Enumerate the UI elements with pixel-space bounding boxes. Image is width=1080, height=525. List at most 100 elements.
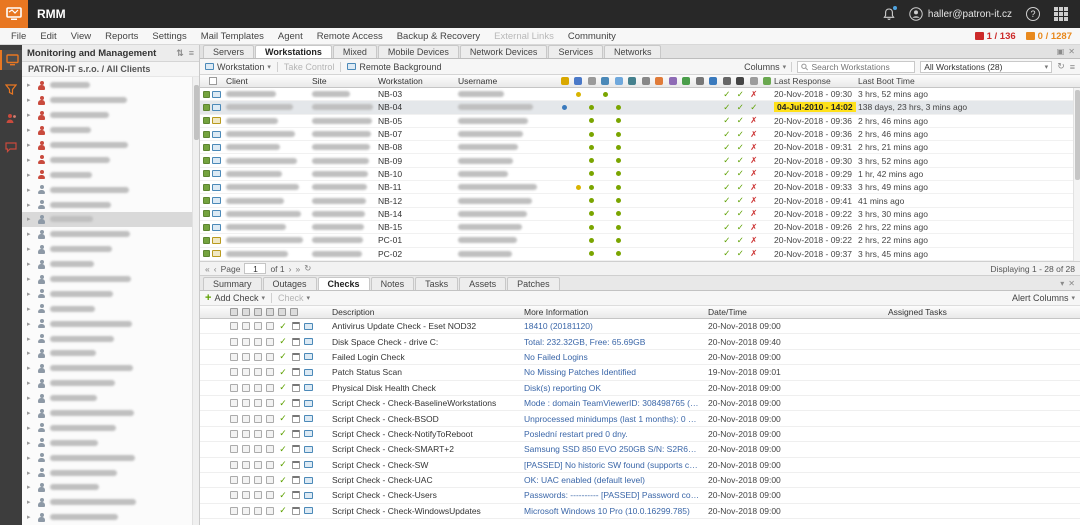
client-tree-item[interactable]: ▸: [22, 346, 199, 361]
email-alert-icon[interactable]: [254, 368, 262, 376]
client-tree-item[interactable]: ▸: [22, 391, 199, 406]
email-alert-icon[interactable]: [254, 491, 262, 499]
clear-check-icon[interactable]: [230, 368, 238, 376]
expand-caret-icon[interactable]: ▸: [27, 424, 33, 432]
expand-caret-icon[interactable]: ▸: [27, 201, 33, 209]
patch-shield-column-icon[interactable]: [558, 75, 572, 87]
cut-column-icon[interactable]: [585, 75, 599, 87]
menu-mail-templates[interactable]: Mail Templates: [194, 31, 271, 42]
clear-column-icon[interactable]: [230, 308, 238, 316]
email-alert-icon[interactable]: [254, 338, 262, 346]
check-description[interactable]: Script Check - Check-NotifyToReboot: [332, 429, 524, 439]
expand-caret-icon[interactable]: ▸: [27, 305, 33, 313]
workstation-row[interactable]: PC-02 ✓✓✗ 20-Nov-2018 - 09:37 3 hrs, 45 …: [200, 248, 1080, 261]
check-description[interactable]: Script Check - Check-BSOD: [332, 414, 524, 424]
client-tree-item[interactable]: ▸: [22, 182, 199, 197]
display-column-icon[interactable]: [734, 75, 748, 87]
panel-close-icon[interactable]: ✕: [1068, 279, 1075, 288]
sms-alert-icon[interactable]: [266, 384, 274, 392]
check-more-information[interactable]: Poslední restart pred 0 dny.: [524, 429, 708, 439]
client-tree-item[interactable]: ▸: [22, 420, 199, 435]
check-more-information[interactable]: Samsung SSD 850 EVO 250GB S/N: S2R6NX0J4…: [524, 444, 708, 454]
dashboard-alert-icon[interactable]: [242, 368, 250, 376]
expand-caret-icon[interactable]: ▸: [27, 96, 33, 104]
menu-community[interactable]: Community: [561, 31, 623, 42]
client-tree-item[interactable]: ▸: [22, 510, 199, 525]
check-more-information[interactable]: No Failed Logins: [524, 352, 708, 362]
clear-check-icon[interactable]: [230, 399, 238, 407]
col-datetime[interactable]: Date/Time: [708, 307, 888, 317]
workstation-alerts-badge[interactable]: 0 / 1287: [1026, 31, 1072, 42]
add-check-button[interactable]: + Add Check ▾: [205, 292, 265, 304]
screen-share-column-icon[interactable]: [747, 75, 761, 87]
sms-alert-icon[interactable]: [266, 476, 274, 484]
client-tree-item[interactable]: ▸: [22, 495, 199, 510]
check-row[interactable]: ✓ Disk Space Check - drive C: Total: 232…: [200, 334, 1080, 349]
workstation-row[interactable]: NB-15 ✓✓✗ 20-Nov-2018 - 09:26 2 hrs, 22 …: [200, 221, 1080, 234]
notifications-bell-icon[interactable]: [883, 8, 895, 21]
col-last-response[interactable]: Last Response: [774, 76, 858, 86]
check-description[interactable]: Script Check - Check-UAC: [332, 475, 524, 485]
col-site[interactable]: Site: [312, 76, 378, 86]
workstation-filter-dropdown[interactable]: All Workstations (28) ▾: [920, 61, 1052, 73]
col-more-information[interactable]: More Information: [524, 307, 708, 317]
panel-close-icon[interactable]: ✕: [1068, 47, 1075, 56]
check-row[interactable]: ✓ Script Check - Check-Users Passwords: …: [200, 488, 1080, 503]
dashboard-alert-icon[interactable]: [242, 384, 250, 392]
tab-tasks[interactable]: Tasks: [415, 277, 458, 290]
tab-summary[interactable]: Summary: [203, 277, 262, 290]
check-description[interactable]: Disk Space Check - drive C:: [332, 337, 524, 347]
alert-columns-button[interactable]: Alert Columns ▾: [1012, 293, 1075, 303]
expand-caret-icon[interactable]: ▸: [27, 81, 33, 89]
next-page-icon[interactable]: ›: [289, 264, 292, 274]
expand-caret-icon[interactable]: ▸: [27, 141, 33, 149]
sidebar-scrollbar-thumb[interactable]: [194, 85, 199, 140]
help-button[interactable]: ?: [1026, 7, 1040, 21]
workstation-row[interactable]: NB-12 ✓✓✗ 20-Nov-2018 - 09:41 41 mins ag…: [200, 194, 1080, 207]
sms-alert-icon[interactable]: [266, 430, 274, 438]
expand-caret-icon[interactable]: ▸: [27, 260, 33, 268]
email-alert-icon[interactable]: [254, 461, 262, 469]
expand-caret-icon[interactable]: ▸: [27, 498, 33, 506]
expand-caret-icon[interactable]: ▸: [27, 275, 33, 283]
client-tree-item[interactable]: ▸: [22, 331, 199, 346]
expand-caret-icon[interactable]: ▸: [27, 215, 33, 223]
expand-caret-icon[interactable]: ▸: [27, 409, 33, 417]
check-description[interactable]: Physical Disk Health Check: [332, 383, 524, 393]
settings-column-icon[interactable]: [720, 75, 734, 87]
menu-settings[interactable]: Settings: [145, 31, 193, 42]
client-tree-item[interactable]: ▸: [22, 108, 199, 123]
security-check-column-icon[interactable]: [680, 75, 694, 87]
email-alert-icon[interactable]: [254, 353, 262, 361]
check-description[interactable]: Script Check - Check-WindowsUpdates: [332, 506, 524, 516]
client-tree-item[interactable]: ▸: [22, 450, 199, 465]
expand-caret-icon[interactable]: ▸: [27, 454, 33, 462]
expand-caret-icon[interactable]: ▸: [27, 171, 33, 179]
expand-caret-icon[interactable]: ▸: [27, 349, 33, 357]
sms-alert-icon[interactable]: [266, 368, 274, 376]
client-tree-item[interactable]: ▸: [22, 227, 199, 242]
clear-check-icon[interactable]: [230, 384, 238, 392]
expand-caret-icon[interactable]: ▸: [27, 245, 33, 253]
mobile-column-icon[interactable]: [761, 75, 775, 87]
workstation-row[interactable]: NB-11 ✓✓✗ 20-Nov-2018 - 09:33 3 hrs, 49 …: [200, 181, 1080, 194]
tab-services[interactable]: Services: [548, 45, 603, 58]
expand-caret-icon[interactable]: ▸: [27, 320, 33, 328]
menu-external-links[interactable]: External Links: [487, 31, 561, 42]
tab-checks[interactable]: Checks: [318, 277, 370, 290]
schedule-column-icon[interactable]: [290, 308, 298, 316]
remote-screen-column-icon[interactable]: [599, 75, 613, 87]
client-tree-item[interactable]: ▸: [22, 212, 199, 227]
menu-agent[interactable]: Agent: [271, 31, 310, 42]
dashboard-alert-icon[interactable]: [242, 491, 250, 499]
check-more-information[interactable]: Mode : domain TeamViewerID: 308498765 (H…: [524, 398, 708, 408]
monitoring-view-button[interactable]: [0, 50, 22, 70]
sms-alert-icon[interactable]: [266, 322, 274, 330]
menu-remote-access[interactable]: Remote Access: [310, 31, 390, 42]
check-more-information[interactable]: Unprocessed minidumps (last 1 months): 0…: [524, 414, 708, 424]
email-alert-icon[interactable]: [254, 415, 262, 423]
app-logo[interactable]: [0, 0, 28, 28]
workstation-row[interactable]: NB-04 ✓✓✓ 04-Jul-2010 - 14:02 138 days, …: [200, 101, 1080, 114]
workstation-row[interactable]: NB-10 ✓✓✗ 20-Nov-2018 - 09:29 1 hr, 42 m…: [200, 168, 1080, 181]
client-tree-item[interactable]: ▸: [22, 435, 199, 450]
